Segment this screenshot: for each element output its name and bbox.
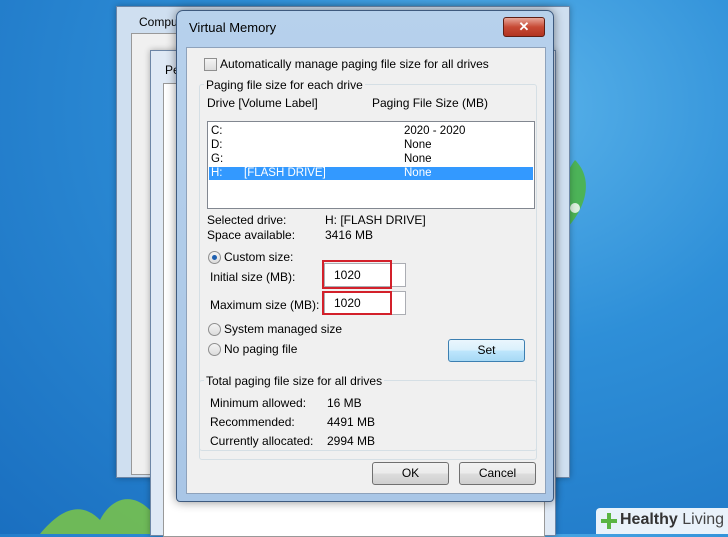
- custom-size-radio[interactable]: [208, 251, 221, 264]
- virtual-memory-dialog: Virtual Memory ✕ Automatically manage pa…: [176, 10, 554, 502]
- paging-group-label: Paging file size for each drive: [204, 78, 365, 92]
- dialog-client-area: Automatically manage paging file size fo…: [186, 47, 546, 494]
- healthy-living-watermark: Healthy Living: [596, 508, 728, 534]
- drive-row-selected[interactable]: H: [FLASH DRIVE] None: [209, 167, 533, 180]
- initial-size-label: Initial size (MB):: [210, 270, 296, 284]
- space-available-value: 3416 MB: [325, 228, 374, 242]
- ok-button[interactable]: OK: [372, 462, 449, 485]
- selected-drive-label: Selected drive:: [207, 213, 287, 227]
- drive-row[interactable]: G: None: [209, 153, 533, 166]
- auto-manage-checkbox[interactable]: [204, 58, 217, 71]
- drive-row[interactable]: D: None: [209, 139, 533, 152]
- drive-volume-label: [FLASH DRIVE]: [244, 167, 326, 179]
- maximum-size-highlight: [322, 291, 392, 315]
- drive-letter: H:: [211, 167, 223, 179]
- total-group-label: Total paging file size for all drives: [204, 374, 385, 388]
- maximum-size-label: Maximum size (MB):: [210, 298, 320, 312]
- initial-size-highlight: [322, 260, 392, 289]
- system-managed-radio[interactable]: [208, 323, 221, 336]
- drive-paging-size: None: [404, 139, 432, 151]
- drive-paging-size: None: [404, 153, 432, 165]
- background-window-title: Comput: [139, 15, 182, 29]
- plus-icon: [601, 513, 617, 529]
- no-paging-label[interactable]: No paging file: [224, 342, 297, 356]
- space-available-label: Space available:: [207, 228, 296, 242]
- min-allowed-label: Minimum allowed:: [210, 396, 307, 410]
- watermark-brand-bold: Healthy: [620, 511, 678, 528]
- recommended-label: Recommended:: [210, 415, 295, 429]
- dialog-title: Virtual Memory: [189, 20, 277, 35]
- selected-drive-value: H: [FLASH DRIVE]: [325, 213, 426, 227]
- drive-list[interactable]: C: 2020 - 2020 D: None G: None H: [FLASH…: [207, 121, 535, 209]
- drive-letter: D:: [211, 139, 223, 151]
- recommended-value: 4491 MB: [327, 415, 376, 429]
- min-allowed-value: 16 MB: [327, 396, 362, 410]
- set-button[interactable]: Set: [448, 339, 525, 362]
- drive-row[interactable]: C: 2020 - 2020: [209, 125, 533, 138]
- cancel-button[interactable]: Cancel: [459, 462, 536, 485]
- close-button[interactable]: ✕: [503, 17, 545, 37]
- column-header-drive: Drive [Volume Label]: [207, 96, 318, 110]
- column-header-size: Paging File Size (MB): [372, 96, 489, 110]
- drive-letter: G:: [211, 153, 224, 165]
- close-icon: ✕: [518, 19, 530, 34]
- drive-paging-size: 2020 - 2020: [404, 125, 466, 137]
- currently-allocated-value: 2994 MB: [327, 434, 376, 448]
- watermark-brand-light: Living: [677, 511, 725, 528]
- auto-manage-label[interactable]: Automatically manage paging file size fo…: [220, 57, 489, 71]
- drive-paging-size: None: [404, 167, 432, 179]
- currently-allocated-label: Currently allocated:: [210, 434, 314, 448]
- custom-size-label[interactable]: Custom size:: [224, 250, 293, 264]
- drive-letter: C:: [211, 125, 223, 137]
- system-managed-label[interactable]: System managed size: [224, 322, 342, 336]
- watermark-text: Healthy Living: [620, 511, 724, 529]
- no-paging-radio[interactable]: [208, 343, 221, 356]
